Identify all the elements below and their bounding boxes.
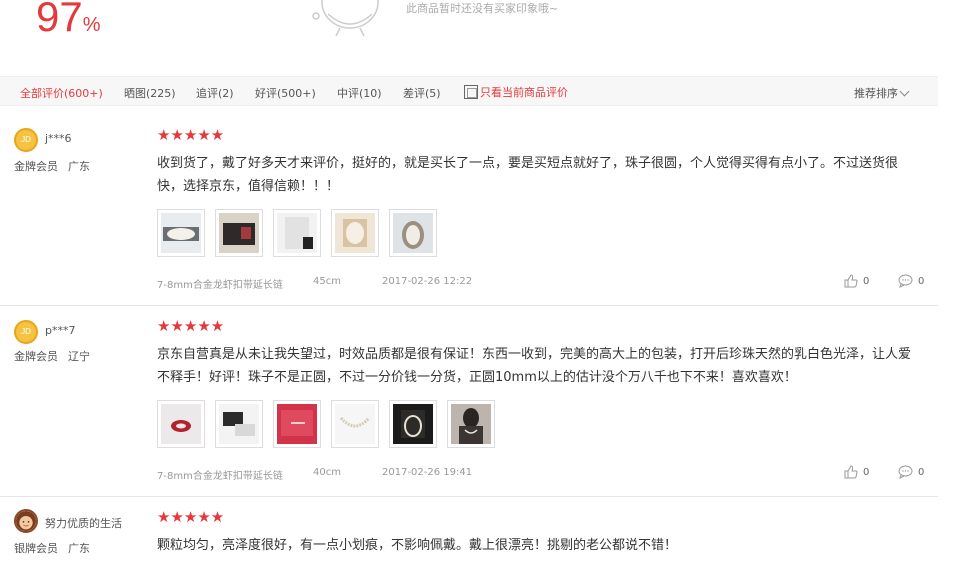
tab-positive[interactable]: 好评(500+) bbox=[255, 85, 316, 101]
review-content: 颗粒均匀，亮泽度很好，有一点小划痕，不影响佩戴。戴上很漂亮！挑剔的老公都说不错！ bbox=[157, 538, 678, 553]
comment-icon bbox=[898, 465, 913, 479]
review-content: 京东自营真是从未让我失望过，时效品质都是很有保证！东西一收到，完美的高大上的包装… bbox=[157, 347, 912, 385]
level-label: 金牌会员 bbox=[14, 160, 58, 173]
review-photo[interactable] bbox=[389, 209, 437, 257]
good-rate: 97% bbox=[36, 0, 101, 40]
only-current-toggle[interactable]: 只看当前商品评价 bbox=[464, 84, 568, 100]
review-photo[interactable] bbox=[331, 400, 379, 448]
member-level: 金牌会员 辽宁 bbox=[14, 348, 90, 364]
tab-neutral[interactable]: 中评(10) bbox=[337, 85, 382, 101]
location: 广东 bbox=[68, 160, 90, 173]
review-photo[interactable] bbox=[215, 400, 263, 448]
like-button[interactable]: 0 bbox=[844, 465, 869, 479]
review-photo[interactable] bbox=[447, 400, 495, 448]
tab-negative[interactable]: 差评(5) bbox=[403, 85, 441, 101]
like-count: 0 bbox=[863, 466, 870, 478]
tab-with-photos[interactable]: 晒图(225) bbox=[124, 85, 176, 101]
product-length: 45cm bbox=[313, 276, 341, 287]
sort-dropdown[interactable]: 推荐排序 bbox=[854, 85, 910, 101]
review-date: 2017-02-26 12:22 bbox=[382, 276, 473, 287]
good-rate-unit: % bbox=[82, 14, 101, 36]
review-photo[interactable] bbox=[157, 400, 205, 448]
only-current-label: 只看当前商品评价 bbox=[480, 86, 568, 99]
level-label: 银牌会员 bbox=[14, 542, 58, 555]
review-item: JD j***6 金牌会员 广东 ★★★★★ 收到货了，戴了好多天才来评价，挺好的… bbox=[0, 106, 938, 306]
comment-icon bbox=[898, 274, 913, 288]
location: 辽宁 bbox=[68, 350, 90, 363]
photo-list bbox=[157, 400, 505, 448]
product-spec: 7-8mm合金龙虾扣带延长链 bbox=[157, 471, 283, 482]
like-count: 0 bbox=[863, 275, 870, 287]
thumbs-up-icon bbox=[844, 274, 858, 288]
thumbs-up-icon bbox=[844, 465, 858, 479]
photo-list bbox=[157, 209, 447, 257]
sort-label: 推荐排序 bbox=[854, 87, 898, 100]
tab-follow-up[interactable]: 追评(2) bbox=[196, 85, 234, 101]
product-spec: 7-8mm合金龙虾扣带延长链 bbox=[157, 280, 283, 291]
member-level: 金牌会员 广东 bbox=[14, 158, 90, 174]
review-photo[interactable] bbox=[273, 209, 321, 257]
review-photo[interactable] bbox=[157, 209, 205, 257]
username: 努力优质的生活 bbox=[45, 517, 122, 530]
review-photo[interactable] bbox=[331, 209, 379, 257]
product-length: 40cm bbox=[313, 467, 341, 478]
mascot-icon bbox=[312, 0, 379, 36]
comment-button[interactable]: 0 bbox=[898, 465, 924, 479]
review-photo[interactable] bbox=[273, 400, 321, 448]
star-rating: ★★★★★ bbox=[157, 508, 225, 526]
no-impression-text: 此商品暂时还没有买家印象哦~ bbox=[406, 2, 559, 15]
level-label: 金牌会员 bbox=[14, 350, 58, 363]
member-level: 银牌会员 广东 bbox=[14, 540, 90, 556]
good-rate-number: 97 bbox=[36, 0, 83, 40]
review-photo[interactable] bbox=[389, 400, 437, 448]
chevron-down-icon bbox=[899, 86, 910, 97]
comment-count: 0 bbox=[918, 466, 925, 478]
only-current-checkbox[interactable] bbox=[464, 85, 478, 99]
username: p***7 bbox=[45, 324, 76, 337]
star-rating: ★★★★★ bbox=[157, 317, 225, 335]
avatar: JD bbox=[14, 128, 38, 152]
review-photo[interactable] bbox=[215, 209, 263, 257]
comment-button[interactable]: 0 bbox=[898, 274, 924, 288]
review-content: 收到货了，戴了好多天才来评价，挺好的，就是买长了一点，要是买短点就好了，珠子很圆… bbox=[157, 156, 899, 194]
comment-count: 0 bbox=[918, 275, 925, 287]
avatar bbox=[14, 509, 38, 533]
star-rating: ★★★★★ bbox=[157, 126, 225, 144]
review-item: 努力优质的生活 银牌会员 广东 ★★★★★ 颗粒均匀，亮泽度很好，有一点小划痕，不… bbox=[0, 497, 938, 569]
review-date: 2017-02-26 19:41 bbox=[382, 467, 473, 478]
avatar: JD bbox=[14, 320, 38, 344]
location: 广东 bbox=[68, 542, 90, 555]
username: j***6 bbox=[45, 132, 72, 145]
review-item: JD p***7 金牌会员 辽宁 ★★★★★ 京东自营真是从未让我失望过，时效品质… bbox=[0, 306, 938, 497]
review-filter-bar: 全部评价(600+) 晒图(225) 追评(2) 好评(500+) 中评(10)… bbox=[0, 76, 938, 106]
tab-all-reviews[interactable]: 全部评价(600+) bbox=[20, 85, 103, 101]
like-button[interactable]: 0 bbox=[844, 274, 869, 288]
